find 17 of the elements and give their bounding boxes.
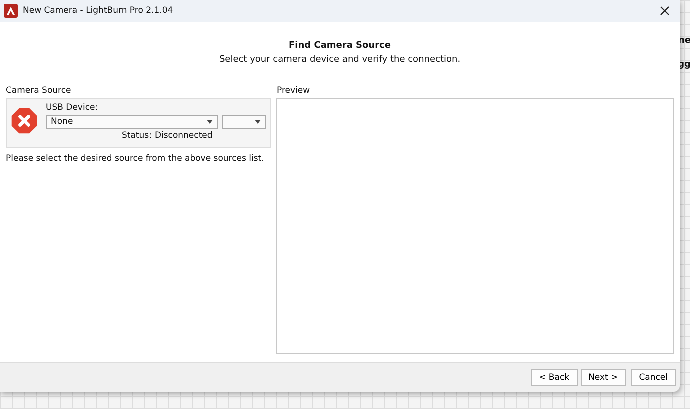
status-label: Status:	[122, 131, 152, 141]
group-label: Camera Source	[6, 86, 72, 96]
dialog-button[interactable]: Next >	[580, 369, 626, 386]
close-icon[interactable]	[660, 6, 670, 16]
device-dropdown[interactable]: None	[46, 115, 218, 129]
hint-text: Please select the desired source from the above sources list.	[6, 154, 266, 164]
dialog-button[interactable]: < Back	[531, 369, 578, 386]
status-value: Disconnected	[154, 131, 213, 141]
window-title: New Camera - LightBurn Pro 2.1.04	[23, 6, 174, 16]
dialog-button[interactable]: Cancel	[631, 369, 676, 386]
dropdown-arrow-icon	[255, 120, 261, 124]
dropdown-arrow-icon	[207, 120, 213, 124]
preview-label: Preview	[277, 86, 312, 96]
page-subtitle: Select your camera device and verify the connection.	[219, 55, 461, 65]
device-label: USB Device:	[46, 103, 100, 113]
app-logo-icon	[4, 4, 18, 18]
page-title: Find Camera Source	[289, 41, 391, 51]
